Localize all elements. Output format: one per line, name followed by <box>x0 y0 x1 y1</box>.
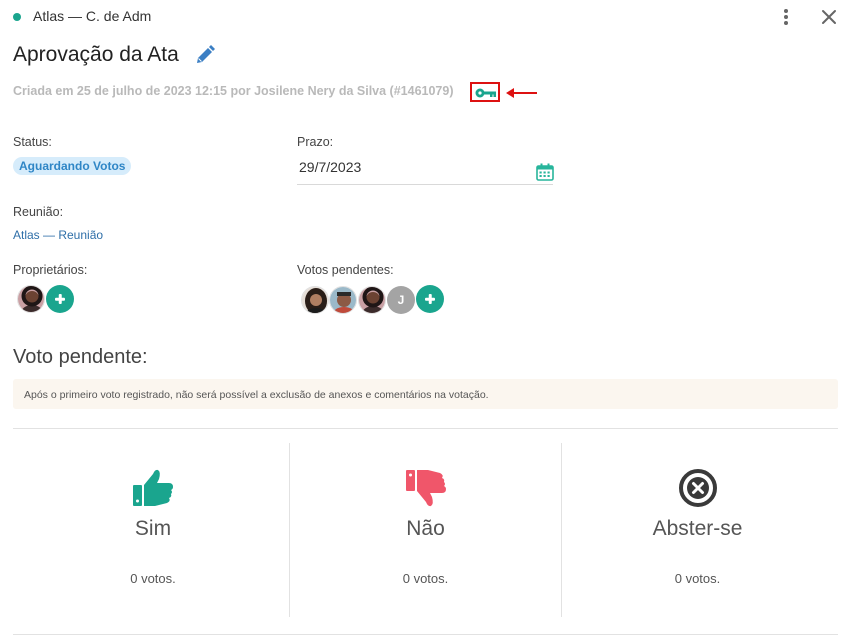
thumbs-down-icon <box>405 470 446 507</box>
annotation-arrow-icon <box>506 88 537 98</box>
meeting-label: Reunião: <box>13 205 64 219</box>
status-dot <box>13 13 21 21</box>
vote-notice: Após o primeiro voto registrado, não ser… <box>13 379 838 409</box>
abstain-icon <box>678 469 717 507</box>
deadline-date-field[interactable]: 29/7/2023 <box>297 152 554 185</box>
status-label: Status: <box>13 135 52 149</box>
window-title: Atlas — C. de Adm <box>33 8 152 24</box>
thumbs-up-icon <box>133 469 173 506</box>
vote-option-count: 0 votos. <box>402 571 449 586</box>
key-icon <box>475 88 496 98</box>
add-owner-button[interactable] <box>46 285 74 313</box>
meeting-link[interactable]: Atlas — Reunião <box>13 228 103 242</box>
created-info: Criada em 25 de julho de 2023 12:15 por … <box>13 84 454 98</box>
vote-option-label: Abster-se <box>652 517 743 540</box>
close-icon[interactable] <box>818 6 840 28</box>
pending-voter-avatar[interactable] <box>358 286 386 314</box>
vote-option-count: 0 votos. <box>674 571 721 586</box>
vote-option-label: Sim <box>134 517 172 540</box>
vote-option-count: 0 votos. <box>130 571 176 586</box>
pending-voter-avatar[interactable] <box>301 286 329 314</box>
edit-pencil-icon[interactable] <box>194 44 216 66</box>
vote-option-label: Não <box>406 517 445 540</box>
pending-voter-avatar-letter[interactable]: J <box>387 286 415 314</box>
deadline-date-value: 29/7/2023 <box>299 159 362 175</box>
vote-section-title: Voto pendente: <box>13 346 148 368</box>
vote-option-yes[interactable]: Sim 0 votos. <box>17 443 289 617</box>
owners-label: Proprietários: <box>13 263 88 277</box>
vote-notice-text: Após o primeiro voto registrado, não ser… <box>24 389 489 401</box>
owner-avatar[interactable] <box>17 285 45 313</box>
vote-option-no[interactable]: Não 0 votos. <box>289 443 561 617</box>
more-options-icon[interactable] <box>778 7 794 27</box>
key-button[interactable] <box>470 82 500 102</box>
divider <box>13 634 838 635</box>
status-badge: Aguardando Votos <box>13 157 132 175</box>
pending-voter-avatar[interactable] <box>329 286 357 314</box>
page-title: Aprovação da Ata <box>13 43 179 66</box>
vote-option-abstain[interactable]: Abster-se 0 votos. <box>561 443 833 617</box>
pending-votes-label: Votos pendentes: <box>297 263 394 277</box>
divider <box>13 428 838 429</box>
add-voter-button[interactable] <box>416 285 444 313</box>
top-bar: Atlas — C. de Adm <box>0 0 850 34</box>
deadline-label: Prazo: <box>297 135 334 149</box>
calendar-icon[interactable] <box>536 163 554 181</box>
